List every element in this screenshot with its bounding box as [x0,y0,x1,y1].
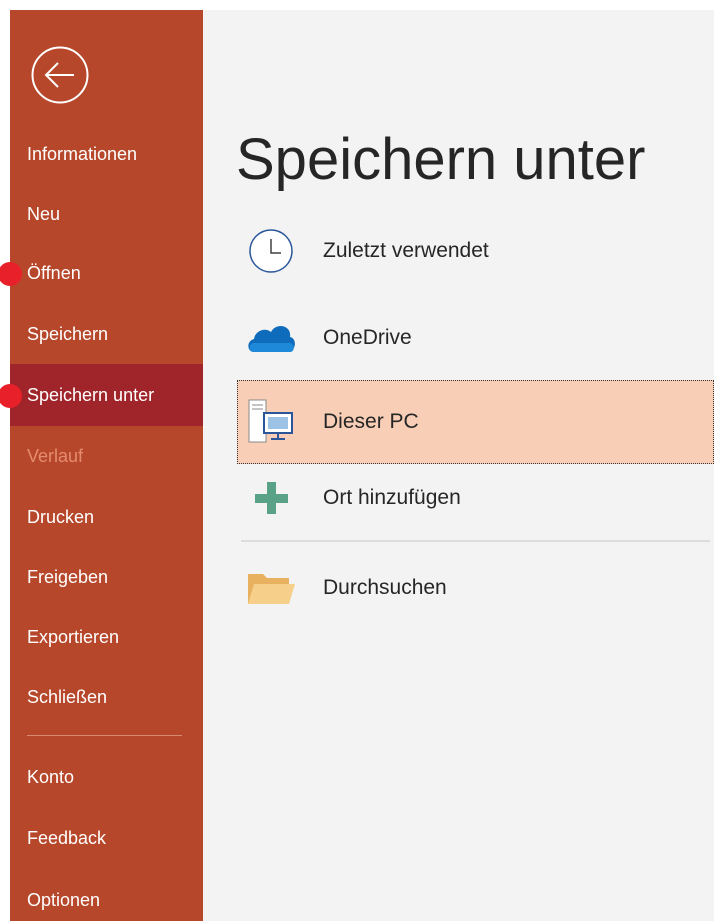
sidebar-item-konto[interactable]: Konto [10,746,203,808]
sidebar-item-neu[interactable]: Neu [10,183,203,245]
location-browse[interactable]: Durchsuchen [237,546,714,630]
sidebar-item-label: Konto [27,766,75,787]
clock-icon [245,227,297,275]
sidebar-item-feedback[interactable]: Feedback [10,807,203,869]
sidebar-item-freigeben[interactable]: Freigeben [10,546,203,608]
sidebar-item-label: Drucken [27,506,95,527]
location-recent[interactable]: Zuletzt verwendet [237,209,714,293]
folder-icon [245,564,297,612]
back-button[interactable] [30,45,90,105]
back-arrow-icon [31,46,89,104]
sidebar-item-label: Schließen [27,686,108,707]
location-this-pc[interactable]: Dieser PC [237,380,714,464]
sidebar-item-oeffnen[interactable]: Öffnen [10,242,203,304]
location-label: Dieser PC [323,410,419,433]
location-add-place[interactable]: Ort hinzufügen [237,456,714,540]
backstage-sidebar: Informationen Neu Öffnen Speichern Speic… [0,10,203,921]
sidebar-item-label: Neu [27,203,61,224]
location-label: OneDrive [323,326,412,349]
sidebar-item-drucken[interactable]: Drucken [10,486,203,548]
cloud-icon [245,314,297,362]
sidebar-item-label: Öffnen [27,262,81,283]
sidebar-item-label: Feedback [27,827,107,848]
sidebar-item-schliessen[interactable]: Schließen [10,666,203,728]
sidebar-item-label: Speichern unter [27,384,155,405]
sidebar-item-label: Exportieren [27,626,120,647]
sidebar-item-label: Freigeben [27,566,109,587]
sidebar-item-label: Verlauf [27,445,84,466]
section-divider [241,540,710,542]
location-label: Zuletzt verwendet [323,239,489,262]
sidebar-item-optionen[interactable]: Optionen [10,869,203,921]
sidebar-item-label: Optionen [27,889,101,910]
sidebar-item-speichern[interactable]: Speichern [10,303,203,365]
sidebar-item-informationen[interactable]: Informationen [10,123,203,185]
computer-icon [245,398,297,446]
location-label: Ort hinzufügen [323,486,461,509]
page-title: Speichern unter [236,127,646,192]
sidebar-item-verlauf: Verlauf [10,425,203,487]
location-label: Durchsuchen [323,576,447,599]
sidebar-item-label: Speichern [27,323,109,344]
backstage-view: Informationen Neu Öffnen Speichern Speic… [0,0,714,921]
save-as-panel: Speichern unter Zuletzt verwendet OneDri… [203,10,714,921]
location-onedrive[interactable]: OneDrive [237,296,714,380]
sidebar-item-label: Informationen [27,143,138,164]
sidebar-item-speichern-unter[interactable]: Speichern unter [10,364,203,426]
plus-icon [245,474,297,522]
sidebar-divider [27,735,182,736]
sidebar-item-exportieren[interactable]: Exportieren [10,606,203,668]
